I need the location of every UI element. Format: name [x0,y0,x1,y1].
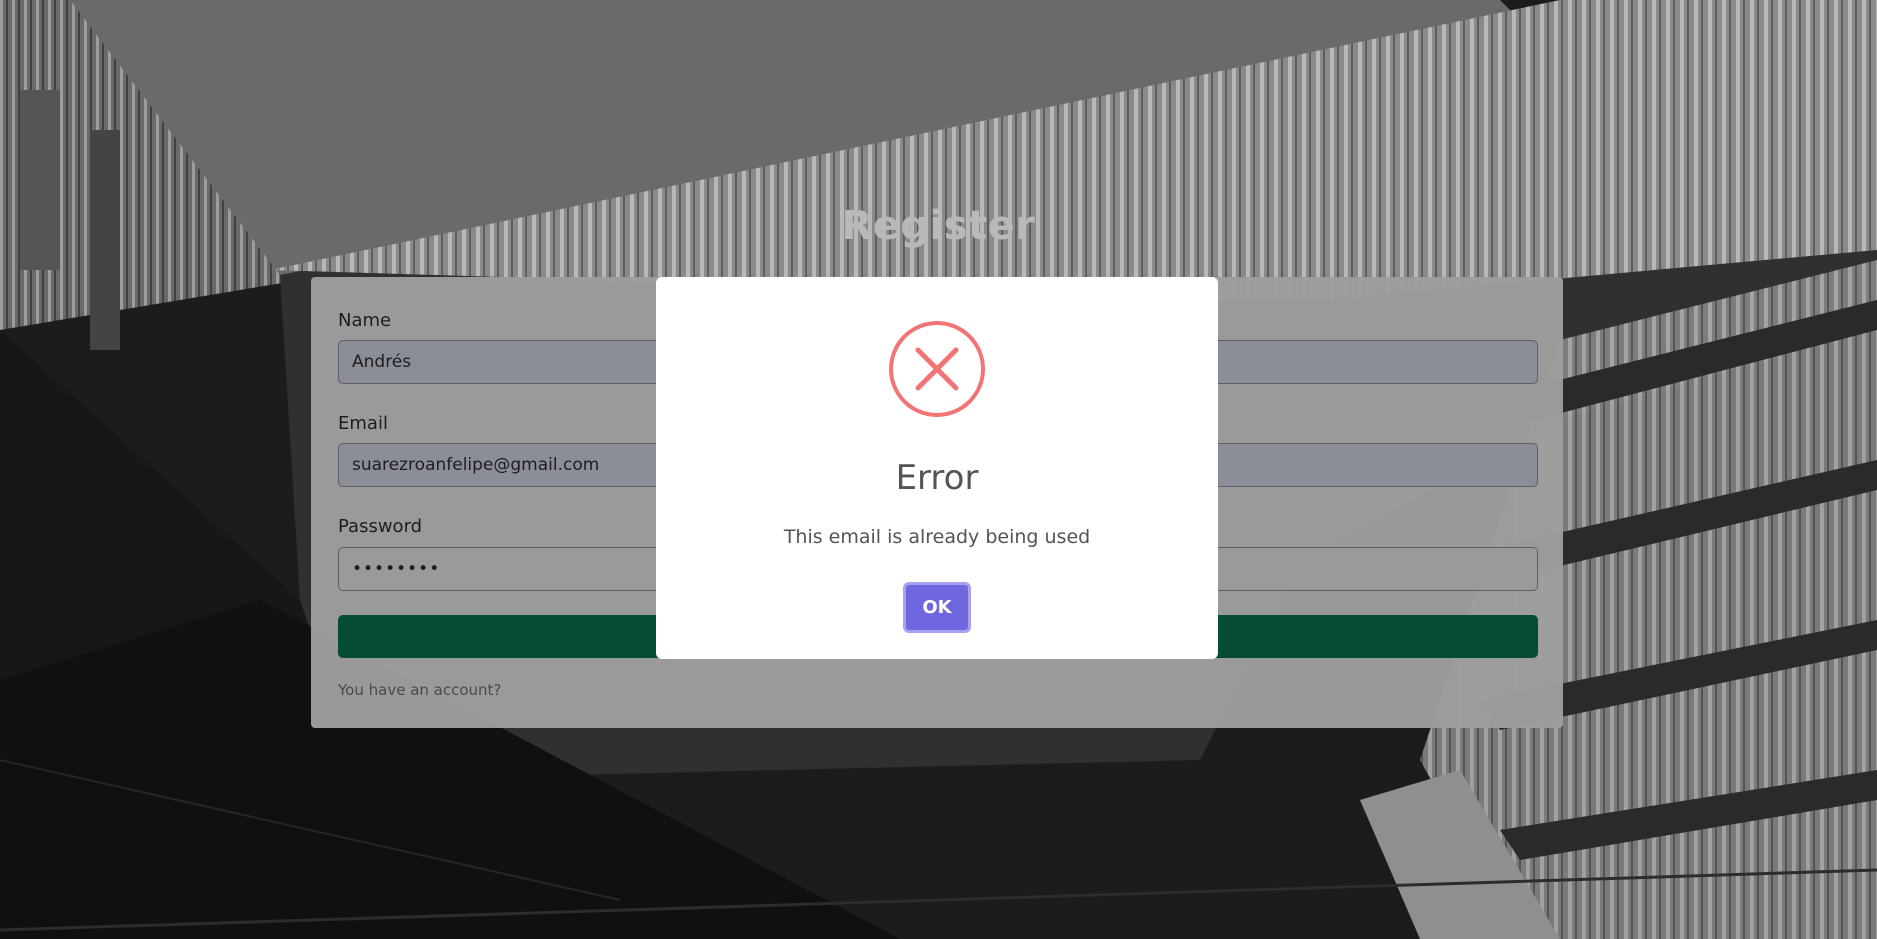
password-label: Password [338,516,423,537]
email-label: Email [338,413,388,434]
error-x-icon [889,321,985,417]
name-label: Name [338,310,392,331]
login-link[interactable]: You have an account? [338,681,501,699]
error-alert-dialog: Error This email is already being used O… [656,277,1218,659]
page-title: Register [841,203,1036,249]
ok-button[interactable]: OK [903,582,971,633]
alert-title: Error [895,458,979,498]
alert-message: This email is already being used [783,526,1091,548]
